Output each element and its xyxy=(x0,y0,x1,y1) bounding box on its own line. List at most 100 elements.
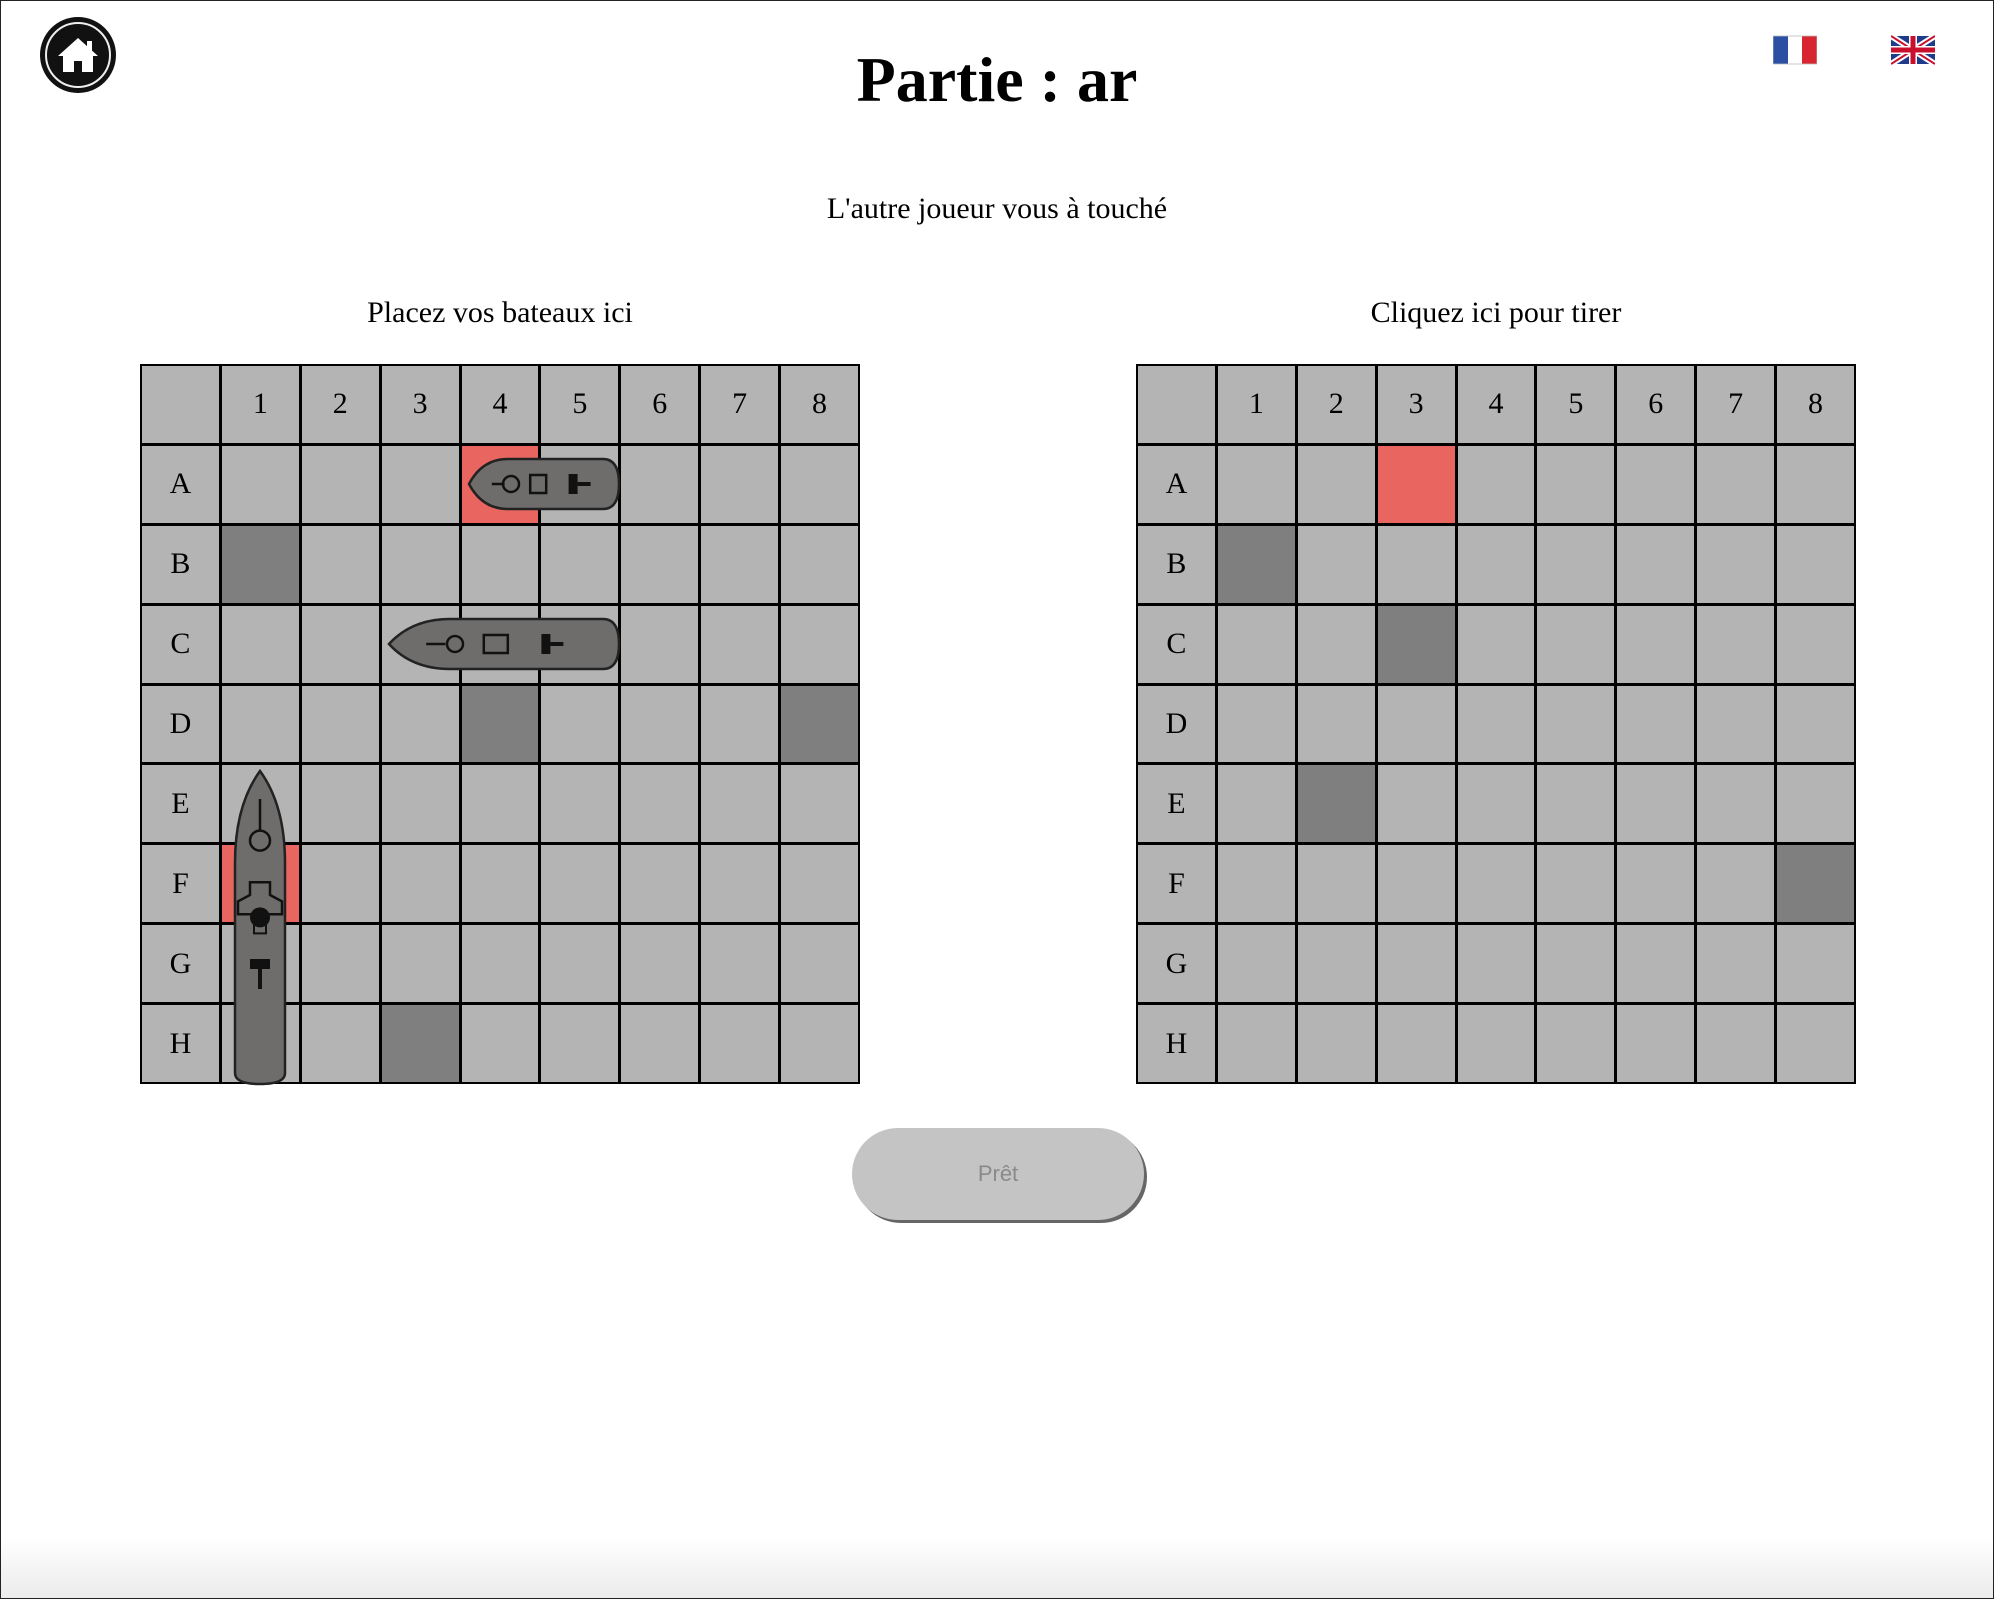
player-cell-d4-miss[interactable] xyxy=(461,685,539,763)
opponent-cell-c1[interactable] xyxy=(1217,605,1295,683)
player-cell-h2[interactable] xyxy=(301,1005,379,1082)
opponent-cell-h3[interactable] xyxy=(1377,1005,1455,1082)
opponent-cell-g3[interactable] xyxy=(1377,925,1455,1003)
opponent-cell-e6[interactable] xyxy=(1617,765,1695,843)
player-cell-d5[interactable] xyxy=(541,685,619,763)
opponent-cell-h2[interactable] xyxy=(1297,1005,1375,1082)
player-cell-b2[interactable] xyxy=(301,525,379,603)
opponent-cell-d2[interactable] xyxy=(1297,685,1375,763)
opponent-cell-e1[interactable] xyxy=(1217,765,1295,843)
player-cell-c2[interactable] xyxy=(301,605,379,683)
opponent-cell-g8[interactable] xyxy=(1777,925,1854,1003)
opponent-cell-f5[interactable] xyxy=(1537,845,1615,923)
opponent-cell-f4[interactable] xyxy=(1457,845,1535,923)
player-cell-d2[interactable] xyxy=(301,685,379,763)
player-cell-h4[interactable] xyxy=(461,1005,539,1082)
opponent-cell-a2[interactable] xyxy=(1297,445,1375,523)
opponent-cell-c8[interactable] xyxy=(1777,605,1854,683)
opponent-cell-a3-hit[interactable] xyxy=(1377,445,1455,523)
opponent-cell-b4[interactable] xyxy=(1457,525,1535,603)
player-cell-f4[interactable] xyxy=(461,845,539,923)
player-cell-c6[interactable] xyxy=(621,605,699,683)
opponent-cell-h4[interactable] xyxy=(1457,1005,1535,1082)
player-cell-a7[interactable] xyxy=(701,445,779,523)
player-cell-e6[interactable] xyxy=(621,765,699,843)
opponent-cell-c4[interactable] xyxy=(1457,605,1535,683)
player-cell-b1-miss[interactable] xyxy=(221,525,299,603)
player-cell-e3[interactable] xyxy=(381,765,459,843)
opponent-cell-b5[interactable] xyxy=(1537,525,1615,603)
opponent-cell-a6[interactable] xyxy=(1617,445,1695,523)
opponent-cell-a8[interactable] xyxy=(1777,445,1854,523)
player-cell-c7[interactable] xyxy=(701,605,779,683)
opponent-cell-e7[interactable] xyxy=(1697,765,1775,843)
opponent-cell-g5[interactable] xyxy=(1537,925,1615,1003)
opponent-cell-d7[interactable] xyxy=(1697,685,1775,763)
opponent-cell-h6[interactable] xyxy=(1617,1005,1695,1082)
opponent-cell-c5[interactable] xyxy=(1537,605,1615,683)
opponent-cell-b8[interactable] xyxy=(1777,525,1854,603)
ship-3[interactable] xyxy=(233,767,287,1087)
player-cell-f8[interactable] xyxy=(781,845,858,923)
player-cell-h7[interactable] xyxy=(701,1005,779,1082)
player-cell-b7[interactable] xyxy=(701,525,779,603)
ready-button[interactable]: Prêt xyxy=(852,1128,1144,1220)
opponent-cell-f1[interactable] xyxy=(1217,845,1295,923)
player-cell-b3[interactable] xyxy=(381,525,459,603)
opponent-cell-b2[interactable] xyxy=(1297,525,1375,603)
opponent-cell-b3[interactable] xyxy=(1377,525,1455,603)
opponent-cell-d1[interactable] xyxy=(1217,685,1295,763)
opponent-cell-f6[interactable] xyxy=(1617,845,1695,923)
opponent-cell-g7[interactable] xyxy=(1697,925,1775,1003)
opponent-cell-h8[interactable] xyxy=(1777,1005,1854,1082)
opponent-cell-d8[interactable] xyxy=(1777,685,1854,763)
player-cell-h8[interactable] xyxy=(781,1005,858,1082)
opponent-cell-a7[interactable] xyxy=(1697,445,1775,523)
ship-2[interactable] xyxy=(383,617,623,671)
player-cell-b5[interactable] xyxy=(541,525,619,603)
player-cell-a1[interactable] xyxy=(221,445,299,523)
player-cell-c8[interactable] xyxy=(781,605,858,683)
opponent-cell-d3[interactable] xyxy=(1377,685,1455,763)
opponent-cell-c7[interactable] xyxy=(1697,605,1775,683)
opponent-cell-g2[interactable] xyxy=(1297,925,1375,1003)
opponent-cell-b7[interactable] xyxy=(1697,525,1775,603)
player-cell-d8-miss[interactable] xyxy=(781,685,858,763)
opponent-cell-e2-miss[interactable] xyxy=(1297,765,1375,843)
opponent-board[interactable]: 12345678 ABCDEFGH xyxy=(1136,364,1856,1084)
opponent-cell-b6[interactable] xyxy=(1617,525,1695,603)
player-cell-a6[interactable] xyxy=(621,445,699,523)
player-cell-e4[interactable] xyxy=(461,765,539,843)
player-cell-d6[interactable] xyxy=(621,685,699,763)
opponent-cell-g6[interactable] xyxy=(1617,925,1695,1003)
opponent-cell-a4[interactable] xyxy=(1457,445,1535,523)
player-cell-d3[interactable] xyxy=(381,685,459,763)
opponent-cell-f2[interactable] xyxy=(1297,845,1375,923)
player-cell-f3[interactable] xyxy=(381,845,459,923)
player-cell-e5[interactable] xyxy=(541,765,619,843)
player-cell-a8[interactable] xyxy=(781,445,858,523)
opponent-cell-c2[interactable] xyxy=(1297,605,1375,683)
opponent-cell-f7[interactable] xyxy=(1697,845,1775,923)
player-cell-c1[interactable] xyxy=(221,605,299,683)
opponent-cell-g1[interactable] xyxy=(1217,925,1295,1003)
player-cell-f7[interactable] xyxy=(701,845,779,923)
player-cell-f6[interactable] xyxy=(621,845,699,923)
opponent-cell-h1[interactable] xyxy=(1217,1005,1295,1082)
opponent-cell-a1[interactable] xyxy=(1217,445,1295,523)
player-cell-b4[interactable] xyxy=(461,525,539,603)
player-cell-h3-miss[interactable] xyxy=(381,1005,459,1082)
player-cell-a3[interactable] xyxy=(381,445,459,523)
opponent-cell-g4[interactable] xyxy=(1457,925,1535,1003)
player-cell-d7[interactable] xyxy=(701,685,779,763)
player-cell-g4[interactable] xyxy=(461,925,539,1003)
player-cell-g6[interactable] xyxy=(621,925,699,1003)
player-cell-g5[interactable] xyxy=(541,925,619,1003)
player-cell-d1[interactable] xyxy=(221,685,299,763)
opponent-cell-d5[interactable] xyxy=(1537,685,1615,763)
player-cell-e7[interactable] xyxy=(701,765,779,843)
opponent-cell-f8-miss[interactable] xyxy=(1777,845,1854,923)
opponent-cell-d6[interactable] xyxy=(1617,685,1695,763)
opponent-cell-a5[interactable] xyxy=(1537,445,1615,523)
opponent-cell-e4[interactable] xyxy=(1457,765,1535,843)
